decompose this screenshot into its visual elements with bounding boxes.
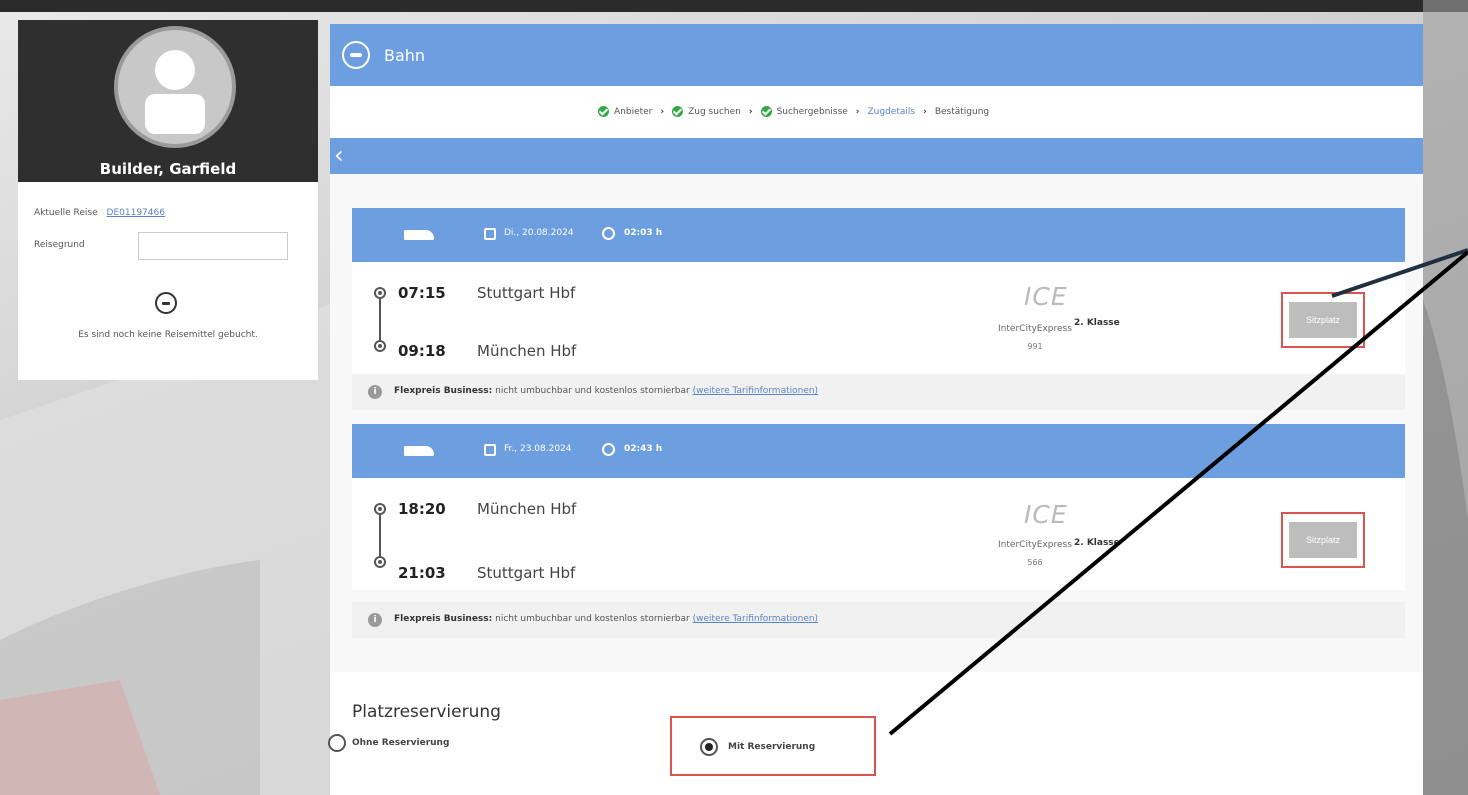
annotation-arrows	[888, 248, 1468, 736]
annotation-line-reservation	[888, 250, 1468, 736]
annotation-line-seat	[1331, 248, 1468, 298]
